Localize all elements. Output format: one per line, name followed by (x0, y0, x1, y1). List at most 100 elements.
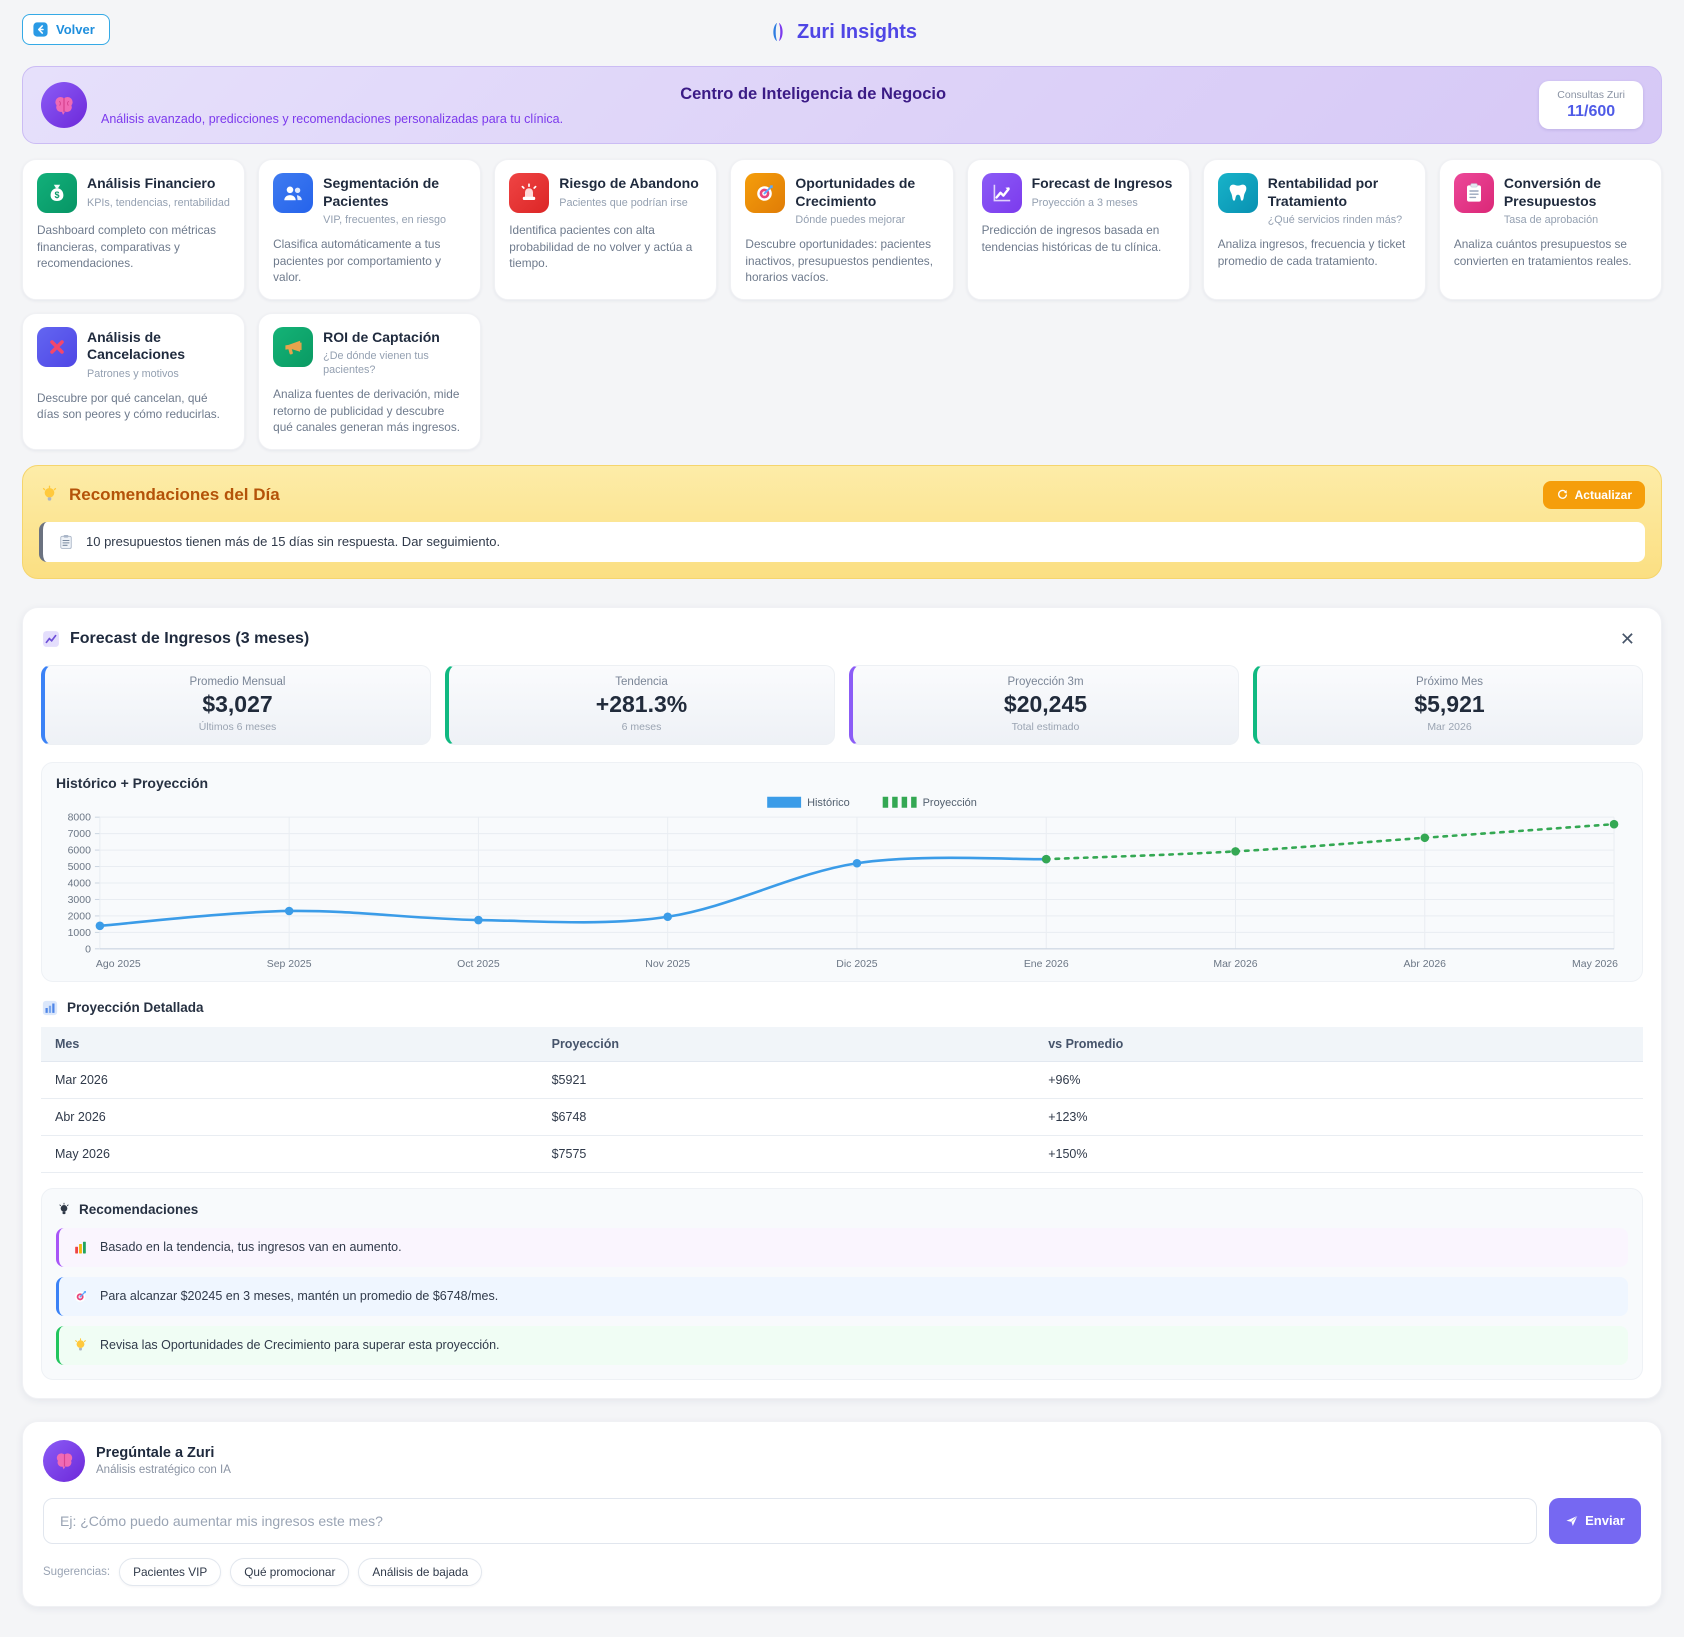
ask-zuri-titles: Pregúntale a Zuri Análisis estratégico c… (96, 1445, 231, 1476)
question-input[interactable] (43, 1498, 1537, 1544)
svg-text:Dic 2025: Dic 2025 (836, 958, 877, 969)
table-cell: Abr 2026 (41, 1098, 538, 1135)
close-button[interactable]: ✕ (1612, 626, 1643, 652)
svg-text:Sep 2025: Sep 2025 (267, 958, 312, 969)
ask-zuri-header: Pregúntale a Zuri Análisis estratégico c… (43, 1440, 1641, 1482)
feature-card-conversi-n-de-presupuestos[interactable]: Conversión de Presupuestos Tasa de aprob… (1439, 159, 1662, 300)
feature-card-subtitle: Dónde puedes mejorar (795, 213, 938, 227)
stat-card-tendencia: Tendencia +281.3% 6 meses (445, 665, 835, 745)
column-header: vs Promedio (1034, 1027, 1643, 1062)
send-button[interactable]: Enviar (1549, 1498, 1641, 1544)
suggestion-pill-pacientes-vip[interactable]: Pacientes VIP (119, 1558, 221, 1586)
stat-value: $5,921 (1269, 691, 1630, 718)
feature-card-title: Oportunidades de Crecimiento (795, 173, 938, 210)
feature-card-oportunidades-de-crecimiento[interactable]: Oportunidades de Crecimiento Dónde puede… (730, 159, 953, 300)
suggestions-row: Sugerencias: Pacientes VIPQué promociona… (43, 1558, 1641, 1586)
svg-text:5000: 5000 (68, 862, 91, 873)
table-cell: +150% (1034, 1135, 1643, 1172)
feature-card-description: Identifica pacientes con alta probabilid… (509, 222, 702, 272)
svg-text:Abr 2026: Abr 2026 (1404, 958, 1447, 969)
feature-card-rentabilidad-por-tratamiento[interactable]: Rentabilidad por Tratamiento ¿Qué servic… (1203, 159, 1426, 300)
stat-card-pr-ximo-mes: Próximo Mes $5,921 Mar 2026 (1253, 665, 1643, 745)
table-row: Mar 2026$5921+96% (41, 1061, 1643, 1098)
table-cell: +123% (1034, 1098, 1643, 1135)
stat-card-promedio-mensual: Promedio Mensual $3,027 Últimos 6 meses (41, 665, 431, 745)
daily-header: Recomendaciones del Día Actualizar (39, 481, 1645, 509)
svg-text:2000: 2000 (68, 911, 91, 922)
table-cell: $6748 (538, 1098, 1035, 1135)
clipboard-note-icon (57, 533, 75, 551)
feature-card-description: Analiza cuántos presupuestos se conviert… (1454, 236, 1647, 269)
suggestion-pill-an-lisis-de-bajada[interactable]: Análisis de bajada (358, 1558, 482, 1586)
feature-card-top: Análisis de Cancelaciones Patrones y mot… (37, 327, 230, 381)
feature-card-top: Segmentación de Pacientes VIP, frecuente… (273, 173, 466, 227)
clipboard-icon (1454, 173, 1494, 213)
feature-card-title: Rentabilidad por Tratamiento (1268, 173, 1411, 210)
back-button[interactable]: Volver (22, 14, 110, 45)
daily-item-text: 10 presupuestos tienen más de 15 días si… (86, 534, 500, 549)
daily-recommendations: Recomendaciones del Día Actualizar 10 pr… (22, 465, 1662, 579)
feature-card-an-lisis-de-cancelaciones[interactable]: Análisis de Cancelaciones Patrones y mot… (22, 313, 245, 450)
feature-card-subtitle: ¿De dónde vienen tus pacientes? (323, 349, 466, 377)
refresh-button[interactable]: Actualizar (1543, 481, 1645, 509)
svg-text:Oct 2025: Oct 2025 (457, 958, 500, 969)
svg-text:Histórico: Histórico (807, 797, 850, 809)
table-cell: $5921 (538, 1061, 1035, 1098)
feature-card-description: Analiza fuentes de derivación, mide reto… (273, 386, 466, 436)
bulb-icon (72, 1337, 89, 1354)
svg-text:Ene 2026: Ene 2026 (1024, 958, 1069, 969)
app-title: Zuri Insights (767, 21, 917, 44)
stat-label: Próximo Mes (1269, 676, 1630, 688)
siren-icon (509, 173, 549, 213)
send-icon (1565, 1514, 1579, 1528)
stat-value: $20,245 (865, 691, 1226, 718)
feature-card-top: Riesgo de Abandono Pacientes que podrían… (509, 173, 702, 213)
recommendation-text: Revisa las Oportunidades de Crecimiento … (100, 1338, 500, 1352)
daily-items: 10 presupuestos tienen más de 15 días si… (39, 522, 1645, 562)
daily-title-text: Recomendaciones del Día (69, 485, 280, 505)
ask-zuri-panel: Pregúntale a Zuri Análisis estratégico c… (22, 1421, 1662, 1607)
feature-card-top: ROI de Captación ¿De dónde vienen tus pa… (273, 327, 466, 378)
zuri-logo-icon (767, 21, 789, 43)
feature-card-title: Forecast de Ingresos (1032, 173, 1173, 193)
svg-text:Mar 2026: Mar 2026 (1213, 958, 1257, 969)
stat-sub: Mar 2026 (1269, 721, 1630, 733)
recommendations-box: Recomendaciones Basado en la tendencia, … (41, 1188, 1643, 1380)
table-cell: May 2026 (41, 1135, 538, 1172)
chart-up-icon (982, 173, 1022, 213)
feature-card-roi-de-captaci-n[interactable]: ROI de Captación ¿De dónde vienen tus pa… (258, 313, 481, 450)
feature-card-subtitle: ¿Qué servicios rinden más? (1268, 213, 1411, 227)
feature-card-description: Descubre oportunidades: pacientes inacti… (745, 236, 938, 286)
recommendations-title: Recomendaciones (56, 1202, 1628, 1218)
bar-chart-icon (41, 999, 59, 1017)
stat-card-proyecci-n-3m: Proyección 3m $20,245 Total estimado (849, 665, 1239, 745)
stat-value: +281.3% (461, 691, 822, 718)
lightbulb-icon (39, 484, 60, 505)
refresh-icon (1556, 488, 1569, 501)
feature-card-subtitle: VIP, frecuentes, en riesgo (323, 213, 466, 227)
table-row: May 2026$7575+150% (41, 1135, 1643, 1172)
suggestion-pill-qu-promocionar[interactable]: Qué promocionar (230, 1558, 349, 1586)
ask-zuri-subtitle: Análisis estratégico con IA (96, 1464, 231, 1476)
svg-text:4000: 4000 (68, 878, 91, 889)
feature-card-subtitle: Tasa de aprobación (1504, 213, 1647, 227)
feature-card-forecast-de-ingresos[interactable]: Forecast de Ingresos Proyección a 3 mese… (967, 159, 1190, 300)
forecast-stats: Promedio Mensual $3,027 Últimos 6 mesesT… (41, 665, 1643, 745)
feature-card-title: ROI de Captación (323, 327, 466, 347)
feature-card-title: Análisis Financiero (87, 173, 230, 193)
banner-title: Centro de Inteligencia de Negocio (101, 85, 1525, 104)
feature-card-segmentaci-n-de-pacientes[interactable]: Segmentación de Pacientes VIP, frecuente… (258, 159, 481, 300)
feature-card-an-lisis-financiero[interactable]: $ Análisis Financiero KPIs, tendencias, … (22, 159, 245, 300)
feature-card-riesgo-de-abandono[interactable]: Riesgo de Abandono Pacientes que podrían… (494, 159, 717, 300)
svg-text:Proyección: Proyección (923, 797, 977, 809)
app-title-text: Zuri Insights (797, 21, 917, 44)
send-label: Enviar (1585, 1513, 1625, 1528)
table-cell: $7575 (538, 1135, 1035, 1172)
tooth-icon (1218, 173, 1258, 213)
svg-text:Ago 2025: Ago 2025 (96, 958, 141, 969)
banner-text: Centro de Inteligencia de Negocio Anális… (101, 85, 1525, 126)
users-icon (273, 173, 313, 213)
svg-text:Nov 2025: Nov 2025 (645, 958, 690, 969)
brain-icon (52, 1448, 77, 1473)
feature-card-title: Segmentación de Pacientes (323, 173, 466, 210)
